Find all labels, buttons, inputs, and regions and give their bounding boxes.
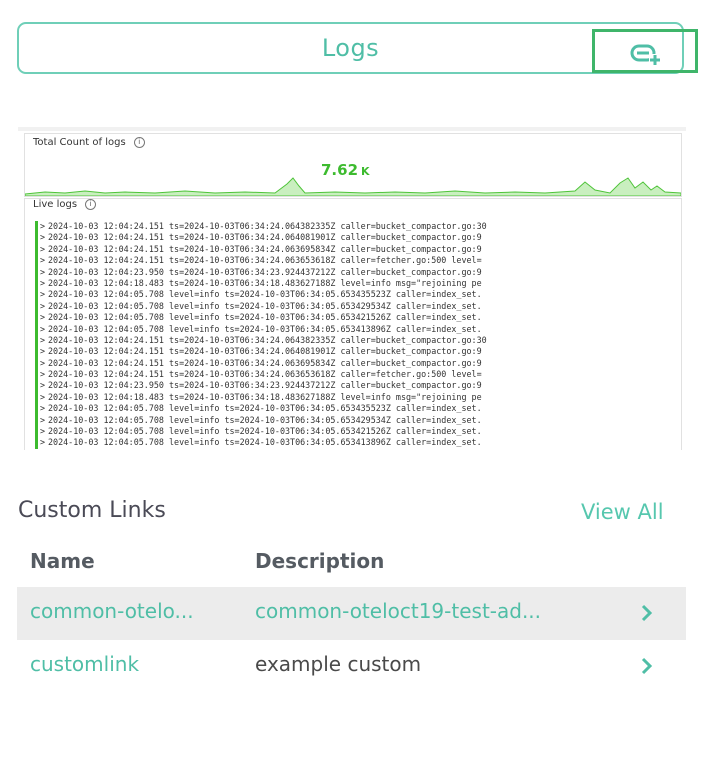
- expand-chevron-icon: >: [40, 391, 46, 402]
- log-line: >2024-10-03 12:04:05.708 level=info ts=2…: [35, 437, 675, 449]
- chevron-right-icon[interactable]: [639, 654, 655, 678]
- link-name[interactable]: common-otelo...: [30, 599, 235, 623]
- log-line: >2024-10-03 12:04:05.708 level=info ts=2…: [35, 312, 675, 324]
- log-line-text: 2024-10-03 12:04:05.708 level=info ts=20…: [48, 414, 482, 425]
- live-logs-label: Live logs: [33, 199, 78, 210]
- log-line-text: 2024-10-03 12:04:18.483 ts=2024-10-03T06…: [48, 277, 482, 288]
- expand-chevron-icon: >: [40, 312, 46, 323]
- expand-chevron-icon: >: [40, 243, 46, 254]
- log-line: >2024-10-03 12:04:05.708 level=info ts=2…: [35, 426, 675, 438]
- log-line: >2024-10-03 12:04:24.151 ts=2024-10-03T0…: [35, 255, 675, 267]
- chevron-right-icon[interactable]: [639, 601, 655, 625]
- log-line: >2024-10-03 12:04:24.151 ts=2024-10-03T0…: [35, 232, 675, 244]
- dashboard-preview: Total Count of logs i 7.62 K Live logs i >2…: [18, 127, 686, 450]
- log-line-text: 2024-10-03 12:04:05.708 level=info ts=20…: [48, 426, 482, 437]
- log-line-text: 2024-10-03 12:04:05.708 level=info ts=20…: [48, 403, 482, 414]
- expand-chevron-icon: >: [40, 334, 46, 345]
- expand-chevron-icon: >: [40, 266, 46, 277]
- log-line-text: 2024-10-03 12:04:18.483 ts=2024-10-03T06…: [48, 391, 482, 402]
- log-line: >2024-10-03 12:04:05.708 level=info ts=2…: [35, 403, 675, 415]
- info-icon: i: [85, 199, 97, 210]
- add-link-icon: [630, 44, 661, 66]
- logs-panel-header: Logs: [17, 22, 684, 74]
- expand-chevron-icon: >: [40, 323, 46, 334]
- log-line: >2024-10-03 12:04:05.708 level=info ts=2…: [35, 300, 675, 313]
- log-line: >2024-10-03 12:04:05.708 level=info ts=2…: [35, 289, 675, 301]
- log-line-text: 2024-10-03 12:04:24.151 ts=2024-10-03T06…: [48, 255, 482, 266]
- table-row[interactable]: customlink example custom: [17, 640, 686, 695]
- log-line: >2024-10-03 12:04:18.483 ts=2024-10-03T0…: [35, 391, 675, 404]
- expand-chevron-icon: >: [40, 369, 46, 380]
- log-line-text: 2024-10-03 12:04:24.151 ts=2024-10-03T06…: [48, 334, 487, 345]
- total-count-panel: Total Count of logs i 7.62 K: [24, 133, 682, 197]
- log-line: >2024-10-03 12:04:05.708 level=info ts=2…: [35, 414, 675, 427]
- expand-chevron-icon: >: [40, 300, 46, 311]
- info-icon: i: [133, 137, 145, 148]
- add-link-button[interactable]: [592, 29, 698, 73]
- expand-chevron-icon: >: [40, 289, 46, 300]
- log-line: >2024-10-03 12:04:24.151 ts=2024-10-03T0…: [35, 357, 675, 370]
- log-lines-list: >2024-10-03 12:04:24.151 ts=2024-10-03T0…: [35, 221, 675, 449]
- log-line-text: 2024-10-03 12:04:24.151 ts=2024-10-03T06…: [48, 346, 482, 357]
- custom-links-heading: Custom Links: [18, 498, 166, 523]
- expand-chevron-icon: >: [40, 277, 46, 288]
- sparkline-chart: [25, 177, 681, 196]
- log-line: >2024-10-03 12:04:24.151 ts=2024-10-03T0…: [35, 334, 675, 347]
- log-line-text: 2024-10-03 12:04:24.151 ts=2024-10-03T06…: [48, 221, 487, 231]
- log-line-text: 2024-10-03 12:04:24.151 ts=2024-10-03T06…: [48, 243, 482, 254]
- live-logs-panel: Live logs i >2024-10-03 12:04:24.151 ts=2…: [24, 198, 682, 450]
- expand-chevron-icon: >: [40, 221, 46, 231]
- expand-chevron-icon: >: [40, 403, 46, 414]
- view-all-link[interactable]: View All: [581, 500, 664, 524]
- sparkline-area: [25, 177, 681, 196]
- expand-chevron-icon: >: [40, 255, 46, 266]
- table-row[interactable]: common-otelo... common-oteloct19-test-ad…: [17, 587, 686, 643]
- link-description: example custom: [255, 652, 422, 676]
- live-logs-title: Live logs i: [33, 199, 97, 210]
- log-line-text: 2024-10-03 12:04:24.151 ts=2024-10-03T06…: [48, 369, 482, 380]
- preview-toolbar: [18, 127, 686, 131]
- log-line-text: 2024-10-03 12:04:05.708 level=info ts=20…: [48, 289, 482, 300]
- log-line-text: 2024-10-03 12:04:05.708 level=info ts=20…: [48, 300, 482, 311]
- link-description: common-oteloct19-test-ad...: [255, 599, 542, 623]
- log-line: >2024-10-03 12:04:05.708 level=info ts=2…: [35, 323, 675, 335]
- log-line-text: 2024-10-03 12:04:23.950 ts=2024-10-03T06…: [48, 380, 482, 391]
- log-line-text: 2024-10-03 12:04:05.708 level=info ts=20…: [48, 437, 482, 448]
- column-header-name: Name: [30, 549, 95, 573]
- log-line: >2024-10-03 12:04:24.151 ts=2024-10-03T0…: [35, 243, 675, 256]
- expand-chevron-icon: >: [40, 426, 46, 437]
- log-line-text: 2024-10-03 12:04:23.950 ts=2024-10-03T06…: [48, 266, 482, 277]
- column-header-description: Description: [255, 549, 385, 573]
- link-name[interactable]: customlink: [30, 652, 235, 676]
- expand-chevron-icon: >: [40, 357, 46, 368]
- log-line: >2024-10-03 12:04:24.151 ts=2024-10-03T0…: [35, 221, 675, 233]
- log-line: >2024-10-03 12:04:24.151 ts=2024-10-03T0…: [35, 346, 675, 358]
- expand-chevron-icon: >: [40, 232, 46, 243]
- total-count-label: Total Count of logs: [33, 137, 126, 148]
- custom-links-table-header: Name Description: [17, 535, 686, 588]
- log-line: >2024-10-03 12:04:23.950 ts=2024-10-03T0…: [35, 380, 675, 392]
- expand-chevron-icon: >: [40, 380, 46, 391]
- log-line-text: 2024-10-03 12:04:05.708 level=info ts=20…: [48, 323, 482, 334]
- panel-title: Logs: [321, 34, 380, 62]
- log-line: >2024-10-03 12:04:23.950 ts=2024-10-03T0…: [35, 266, 675, 278]
- expand-chevron-icon: >: [40, 414, 46, 425]
- expand-chevron-icon: >: [40, 437, 46, 448]
- log-line: >2024-10-03 12:04:18.483 ts=2024-10-03T0…: [35, 277, 675, 290]
- log-line: >2024-10-03 12:04:24.151 ts=2024-10-03T0…: [35, 369, 675, 381]
- total-count-title: Total Count of logs i: [33, 137, 145, 148]
- log-line-text: 2024-10-03 12:04:24.151 ts=2024-10-03T06…: [48, 357, 482, 368]
- expand-chevron-icon: >: [40, 346, 46, 357]
- log-line-text: 2024-10-03 12:04:05.708 level=info ts=20…: [48, 312, 482, 323]
- log-line-text: 2024-10-03 12:04:24.151 ts=2024-10-03T06…: [48, 232, 482, 243]
